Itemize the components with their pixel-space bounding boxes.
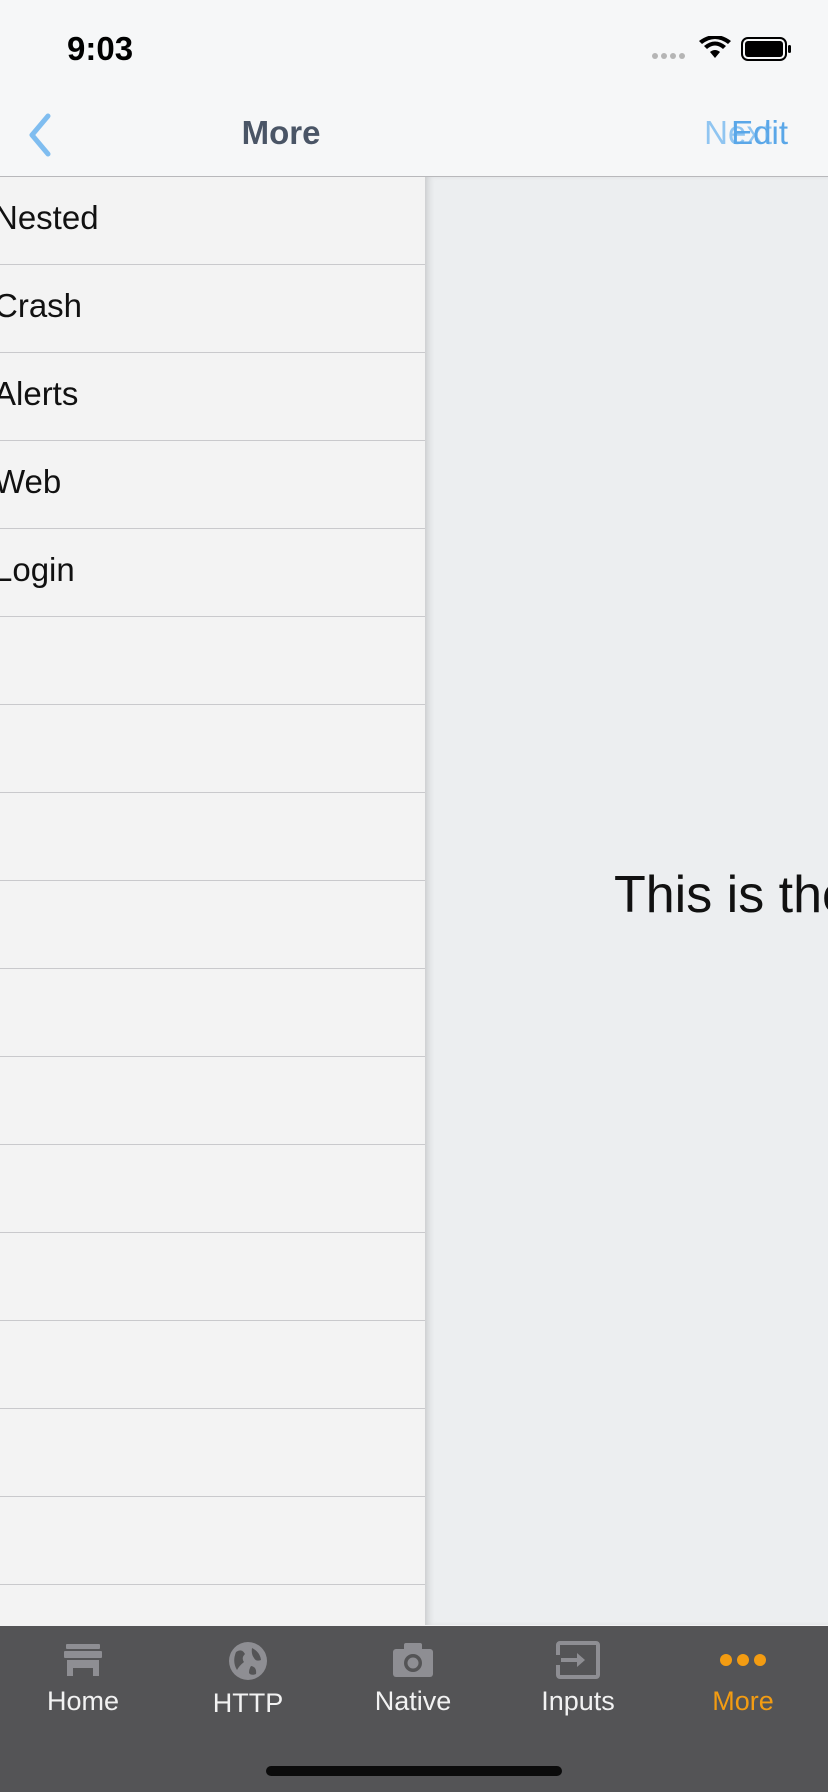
empty-row (0, 793, 425, 881)
detail-text: This is the (614, 866, 828, 924)
empty-row (0, 1057, 425, 1145)
tab-label: Inputs (541, 1686, 615, 1716)
list-item-label: Alerts (0, 375, 79, 412)
empty-row (0, 1321, 425, 1409)
input-icon (556, 1641, 600, 1679)
list-item-alerts[interactable]: Alerts (0, 353, 425, 441)
page-title: More (241, 114, 321, 151)
tab-more[interactable]: More (660, 1640, 826, 1717)
status-bar: 9:03 (0, 0, 828, 96)
list-item-label: Crash (0, 287, 83, 324)
empty-row (0, 1585, 425, 1625)
more-list: Nested Crash Alerts Web Login (0, 177, 425, 1625)
list-item-nested[interactable]: Nested (0, 177, 425, 265)
tab-home[interactable]: Home (0, 1640, 166, 1717)
list-item-login[interactable]: Login (0, 529, 425, 617)
camera-icon (393, 1643, 433, 1677)
empty-row (0, 1409, 425, 1497)
more-dots-icon (720, 1654, 766, 1666)
tab-label: HTTP (212, 1688, 284, 1718)
detail-pane: This is the (425, 177, 828, 1625)
edit-button[interactable]: Edit (731, 114, 788, 151)
list-item-crash[interactable]: Crash (0, 265, 425, 353)
tab-http[interactable]: HTTP (165, 1640, 331, 1719)
tab-inputs[interactable]: Inputs (495, 1640, 661, 1717)
globe-icon (229, 1642, 267, 1680)
navigation-bar: More Next Edit (0, 96, 828, 177)
nav-right-buttons: Next Edit (704, 114, 788, 152)
cellular-signal-icon (652, 53, 685, 59)
tab-label: Home (46, 1686, 120, 1716)
home-indicator (266, 1766, 562, 1776)
wifi-icon (699, 36, 731, 58)
empty-row (0, 1497, 425, 1585)
list-item-label: Nested (0, 199, 99, 236)
empty-row (0, 705, 425, 793)
status-time: 9:03 (67, 30, 134, 67)
empty-row (0, 1145, 425, 1233)
empty-row (0, 617, 425, 705)
storefront-icon (64, 1644, 102, 1676)
empty-row (0, 969, 425, 1057)
list-item-label: Login (0, 551, 75, 588)
empty-row (0, 1233, 425, 1321)
battery-icon (741, 37, 791, 61)
list-item-web[interactable]: Web (0, 441, 425, 529)
list-item-label: Web (0, 463, 62, 500)
tab-native[interactable]: Native (330, 1640, 496, 1717)
empty-row (0, 881, 425, 969)
tab-label: More (712, 1686, 774, 1716)
tab-label: Native (374, 1686, 452, 1716)
